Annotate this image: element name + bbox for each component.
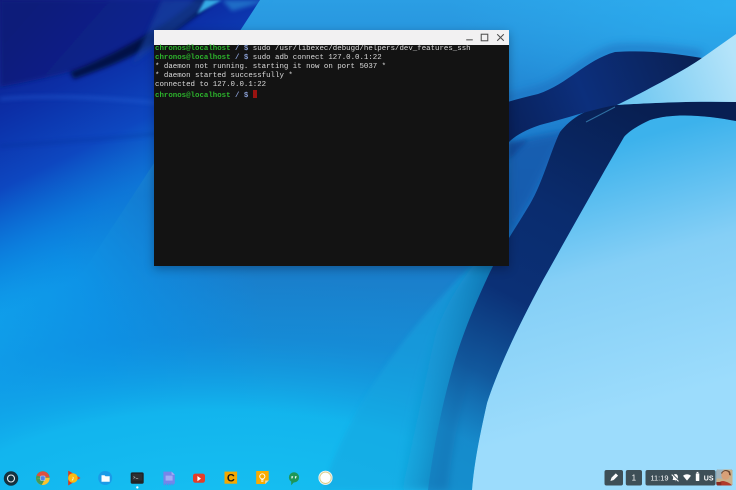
svg-text:1: 1: [632, 474, 637, 483]
svg-text:C: C: [227, 473, 235, 485]
svg-text:US: US: [704, 475, 714, 482]
svg-text:♪: ♪: [71, 476, 75, 483]
svg-text:11:19: 11:19: [651, 474, 669, 483]
